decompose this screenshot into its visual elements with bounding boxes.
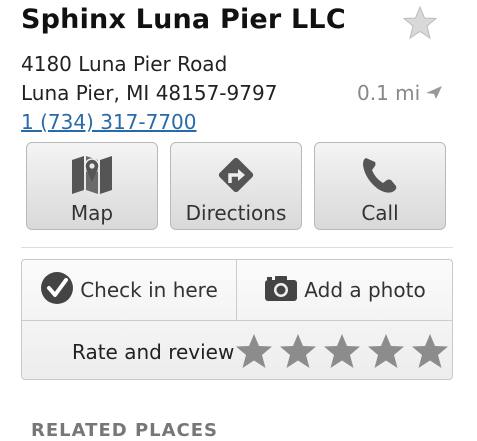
checkmark-icon xyxy=(40,271,74,309)
call-button[interactable]: Call xyxy=(314,142,446,230)
check-in-label: Check in here xyxy=(80,278,218,302)
favorite-star-icon[interactable] xyxy=(402,5,438,40)
directions-icon xyxy=(214,153,258,197)
star-icon[interactable] xyxy=(278,332,318,370)
directions-label: Directions xyxy=(185,201,287,225)
star-icon[interactable] xyxy=(234,332,274,370)
card-row-divider xyxy=(22,320,452,321)
map-button[interactable]: Map xyxy=(26,142,158,230)
section-divider xyxy=(21,247,453,248)
add-photo-button[interactable]: Add a photo xyxy=(237,260,453,320)
camera-icon xyxy=(264,274,298,306)
direction-arrow-icon xyxy=(424,81,444,105)
address-line-1: 4180 Luna Pier Road xyxy=(21,52,228,76)
star-icon[interactable] xyxy=(322,332,362,370)
phone-icon xyxy=(358,153,402,197)
map-label: Map xyxy=(70,201,114,225)
place-title: Sphinx Luna Pier LLC xyxy=(21,4,346,35)
directions-button[interactable]: Directions xyxy=(170,142,302,230)
address-line-2: Luna Pier, MI 48157-9797 xyxy=(21,81,278,105)
star-icon[interactable] xyxy=(366,332,406,370)
distance-value: 0.1 mi xyxy=(357,81,421,105)
distance-indicator: 0.1 mi xyxy=(357,81,444,105)
map-icon xyxy=(70,153,114,197)
rating-stars[interactable] xyxy=(234,332,450,370)
star-icon[interactable] xyxy=(410,332,450,370)
rate-and-review-label[interactable]: Rate and review xyxy=(72,340,234,364)
check-in-button[interactable]: Check in here xyxy=(22,260,236,320)
add-photo-label: Add a photo xyxy=(304,278,426,302)
phone-link[interactable]: 1 (734) 317-7700 xyxy=(21,110,197,134)
actions-card: Check in here Add a photo Rate and revie… xyxy=(21,259,453,380)
call-label: Call xyxy=(361,201,399,225)
